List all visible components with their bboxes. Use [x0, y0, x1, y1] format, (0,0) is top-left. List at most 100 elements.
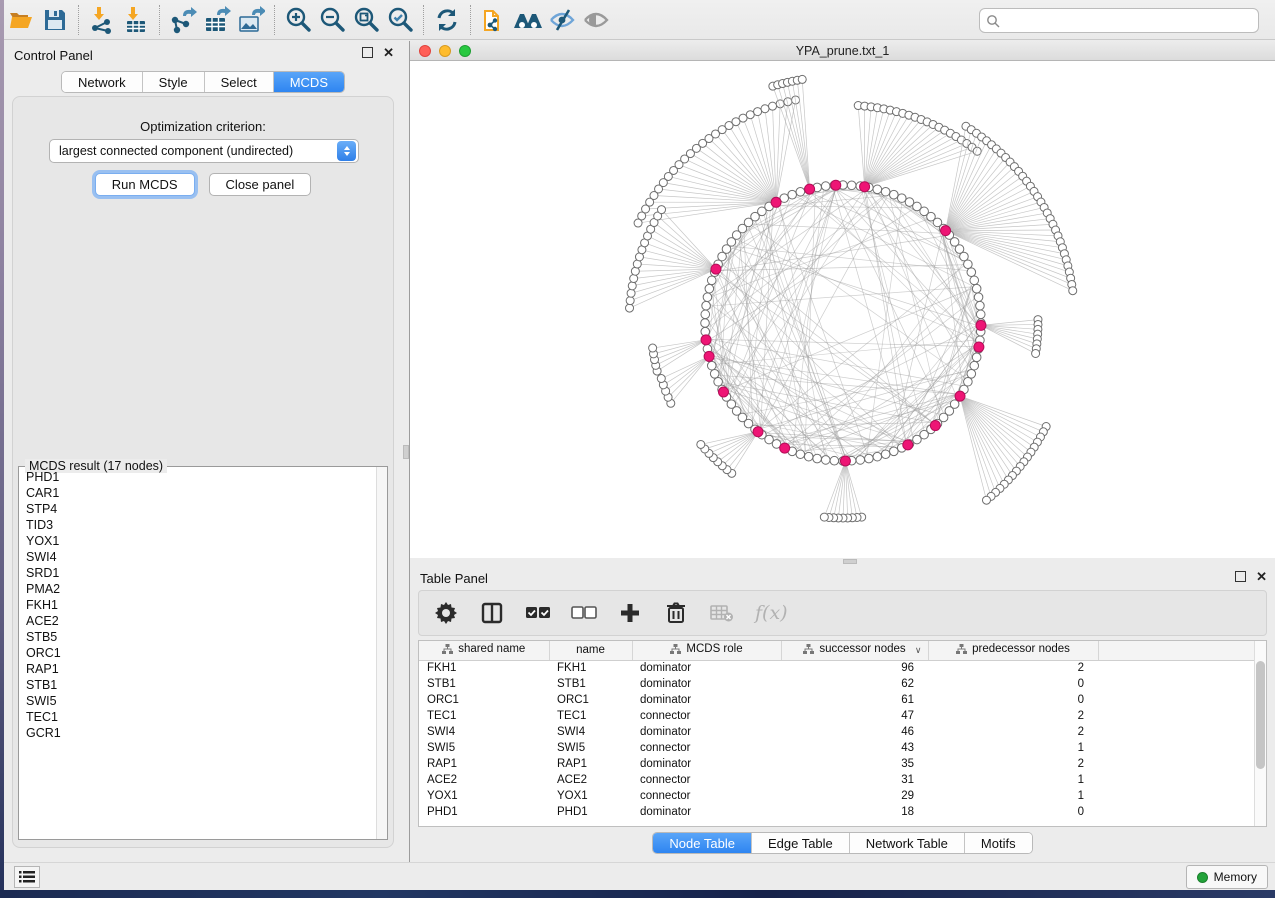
- search-network-icon[interactable]: [511, 4, 545, 36]
- cell-predecessor-nodes: 0: [928, 804, 1098, 820]
- memory-button[interactable]: Memory: [1186, 865, 1268, 889]
- tab-select[interactable]: Select: [205, 72, 274, 92]
- table-row[interactable]: STB1STB1dominator620: [419, 676, 1255, 692]
- delete-columns-icon[interactable]: [663, 600, 689, 626]
- open-session-icon[interactable]: [4, 4, 38, 36]
- table-scrollbar[interactable]: [1254, 641, 1266, 826]
- table-row[interactable]: TEC1TEC1connector472: [419, 708, 1255, 724]
- horizontal-splitter[interactable]: [410, 558, 1275, 565]
- tab-edge-table[interactable]: Edge Table: [752, 833, 850, 853]
- zoom-out-icon[interactable]: [315, 4, 349, 36]
- result-item[interactable]: SRD1: [20, 565, 375, 581]
- close-panel-button[interactable]: Close panel: [209, 173, 312, 196]
- mcds-result-box: MCDS result (17 nodes) PHD1CAR1STP4TID3Y…: [18, 466, 388, 840]
- result-item[interactable]: STB1: [20, 677, 375, 693]
- table-row[interactable]: ACE2ACE2connector311: [419, 772, 1255, 788]
- column-header-predecessor-nodes[interactable]: predecessor nodes: [928, 641, 1098, 660]
- splitter-handle[interactable]: [843, 559, 857, 564]
- task-history-button[interactable]: [14, 866, 40, 888]
- share-document-icon[interactable]: [477, 4, 511, 36]
- column-header-shared-name[interactable]: shared name: [419, 641, 549, 660]
- tab-mcds[interactable]: MCDS: [274, 72, 344, 92]
- result-item[interactable]: TID3: [20, 517, 375, 533]
- settings-gear-icon[interactable]: [433, 600, 459, 626]
- scrollbar-thumb[interactable]: [1256, 661, 1265, 769]
- main-toolbar: [4, 0, 1275, 40]
- vertical-splitter[interactable]: [402, 41, 410, 862]
- unselect-all-rows-icon[interactable]: [571, 600, 597, 626]
- network-graph[interactable]: [410, 61, 1275, 558]
- result-item[interactable]: STP4: [20, 501, 375, 517]
- import-network-icon[interactable]: [85, 4, 119, 36]
- zoom-fit-icon[interactable]: [349, 4, 383, 36]
- table-row[interactable]: YOX1YOX1connector291: [419, 788, 1255, 804]
- screen: Control Panel ✕ NetworkStyleSelectMCDS O…: [0, 0, 1275, 898]
- show-all-icon[interactable]: [579, 4, 613, 36]
- column-header-successor-nodes[interactable]: successor nodes∨: [781, 641, 928, 660]
- table-row[interactable]: PHD1PHD1dominator180: [419, 804, 1255, 820]
- result-item[interactable]: GCR1: [20, 725, 375, 741]
- table-row[interactable]: ORC1ORC1dominator610: [419, 692, 1255, 708]
- result-item[interactable]: FKH1: [20, 597, 375, 613]
- cell-successor-nodes: 62: [781, 676, 928, 692]
- tab-motifs[interactable]: Motifs: [965, 833, 1032, 853]
- float-panel-icon[interactable]: [1235, 571, 1246, 582]
- cell-name: ORC1: [549, 692, 632, 708]
- network-window-titlebar[interactable]: YPA_prune.txt_1: [410, 41, 1275, 61]
- close-panel-icon[interactable]: ✕: [1256, 571, 1267, 582]
- cell-name: PHD1: [549, 804, 632, 820]
- cell-shared-name: SWI4: [419, 724, 549, 740]
- result-item[interactable]: PMA2: [20, 581, 375, 597]
- result-item[interactable]: STB5: [20, 629, 375, 645]
- tab-network-table[interactable]: Network Table: [850, 833, 965, 853]
- search-input[interactable]: [1005, 14, 1252, 28]
- table-row[interactable]: SWI5SWI5connector431: [419, 740, 1255, 756]
- result-item[interactable]: YOX1: [20, 533, 375, 549]
- result-item[interactable]: CAR1: [20, 485, 375, 501]
- cell-shared-name: PHD1: [419, 804, 549, 820]
- delete-table-icon[interactable]: [709, 600, 735, 626]
- list-icon: [19, 870, 35, 884]
- column-header-MCDS-role[interactable]: MCDS role: [632, 641, 781, 660]
- column-header-name[interactable]: name: [549, 641, 632, 660]
- zoom-selected-icon[interactable]: [383, 4, 417, 36]
- result-scrollbar[interactable]: [376, 467, 387, 839]
- hide-selected-icon[interactable]: [545, 4, 579, 36]
- table-row[interactable]: SWI4SWI4dominator462: [419, 724, 1255, 740]
- result-item[interactable]: SWI4: [20, 549, 375, 565]
- close-panel-icon[interactable]: ✕: [383, 47, 394, 58]
- result-item[interactable]: TEC1: [20, 709, 375, 725]
- tab-network[interactable]: Network: [62, 72, 143, 92]
- export-table-icon[interactable]: [200, 4, 234, 36]
- result-item[interactable]: RAP1: [20, 661, 375, 677]
- export-network-icon[interactable]: [166, 4, 200, 36]
- node-table[interactable]: shared namenameMCDS rolesuccessor nodes∨…: [418, 640, 1267, 827]
- splitter-handle[interactable]: [403, 445, 409, 459]
- tab-node-table[interactable]: Node Table: [653, 833, 752, 853]
- float-panel-icon[interactable]: [362, 47, 373, 58]
- run-mcds-button[interactable]: Run MCDS: [95, 173, 195, 196]
- cell-predecessor-nodes: 1: [928, 788, 1098, 804]
- zoom-in-icon[interactable]: [281, 4, 315, 36]
- export-image-icon[interactable]: [234, 4, 268, 36]
- table-row[interactable]: RAP1RAP1dominator352: [419, 756, 1255, 772]
- network-search-box[interactable]: [979, 8, 1259, 33]
- result-item[interactable]: PHD1: [20, 469, 375, 485]
- mcds-result-list[interactable]: PHD1CAR1STP4TID3YOX1SWI4SRD1PMA2FKH1ACE2…: [20, 469, 375, 838]
- refresh-icon[interactable]: [430, 4, 464, 36]
- function-builder-icon[interactable]: f(x): [755, 602, 788, 624]
- result-item[interactable]: SWI5: [20, 693, 375, 709]
- save-session-icon[interactable]: [38, 4, 72, 36]
- show-columns-icon[interactable]: [479, 600, 505, 626]
- table-row[interactable]: FKH1FKH1dominator962: [419, 660, 1255, 676]
- cell-successor-nodes: 31: [781, 772, 928, 788]
- tab-style[interactable]: Style: [143, 72, 205, 92]
- result-item[interactable]: ACE2: [20, 613, 375, 629]
- network-canvas[interactable]: [410, 61, 1275, 558]
- import-table-icon[interactable]: [119, 4, 153, 36]
- cell-MCDS-role: connector: [632, 788, 781, 804]
- select-all-rows-icon[interactable]: [525, 600, 551, 626]
- add-column-icon[interactable]: [617, 600, 643, 626]
- result-item[interactable]: ORC1: [20, 645, 375, 661]
- optimization-criterion-dropdown[interactable]: largest connected component (undirected): [49, 139, 359, 163]
